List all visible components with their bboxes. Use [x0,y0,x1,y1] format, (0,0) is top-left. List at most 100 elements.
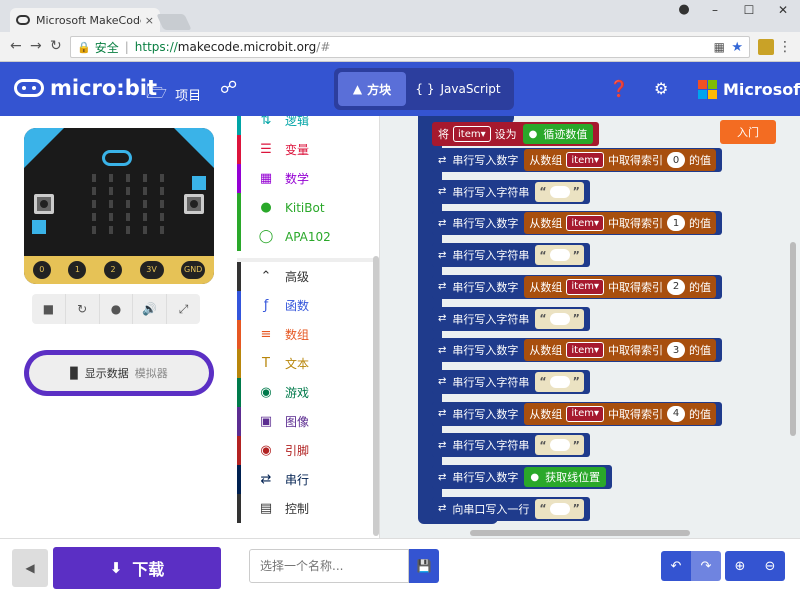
tab-close-icon[interactable]: × [145,14,154,27]
string-literal[interactable]: “” [535,245,584,266]
toolbox-scrollbar[interactable] [373,256,379,536]
collapse-simulator-button[interactable]: ◀ [12,549,48,587]
item-variable-dropdown[interactable]: item ▾ [566,152,605,168]
minimize-button[interactable]: – [698,0,732,20]
projects-button[interactable]: 🗁 项目 [146,80,201,109]
project-name-input[interactable] [249,549,409,583]
toolbox-category-8[interactable]: T 文本 [237,349,372,378]
array-get-block[interactable]: 从数组 item ▾ 中取得索引 3 的值 [524,339,717,362]
array-get-block[interactable]: 从数组 item ▾ 中取得索引 1 的值 [524,212,717,235]
undo-icon[interactable]: ↶ [661,551,691,581]
toolbox-category-13[interactable]: ▤ 控制 [237,494,372,523]
extension-icon[interactable] [758,39,774,55]
toolbox-category-3[interactable]: ● KitiBot [237,193,372,222]
line-position-block[interactable]: ● 获取线位置 [524,467,607,487]
index-number-field[interactable]: 1 [667,215,686,232]
string-value-field[interactable] [549,249,570,262]
microbit-logo[interactable]: micro:bit [14,76,157,100]
toolbox-category-2[interactable]: ▦ 数学 [237,164,372,193]
track-value-block[interactable]: ● 循迹数值 [522,124,594,144]
slow-mode-icon[interactable]: ● [100,294,134,324]
blocks-workspace[interactable]: 入门 将 item ▾ 设为 ● 循迹数值 ⇄ 串行写入数字 从数组 item ▾ 中取得索引 0 的… [380,116,800,538]
item-variable-dropdown[interactable]: item ▾ [566,405,605,422]
toolbox-category-4[interactable]: ◯ APA102 [237,222,372,251]
item-variable-dropdown[interactable]: item ▾ [566,278,605,295]
serial-write-string-block[interactable]: ⇄ 串行写入字符串 “” [432,369,590,394]
download-button[interactable]: ⬇ 下载 [53,547,221,589]
help-icon[interactable]: ❓ [609,79,629,98]
restart-icon[interactable]: ↻ [66,294,100,324]
toolbox-category-12[interactable]: ⇄ 串行 [237,465,372,494]
reload-icon[interactable]: ↻ [50,38,62,54]
zoom-out-icon[interactable]: ⊖ [755,551,785,581]
close-window-button[interactable]: ✕ [766,0,800,20]
user-profile-icon[interactable]: ● [670,0,698,20]
string-value-field[interactable] [549,375,570,388]
toolbox-category-0[interactable]: ⇅ 逻辑 [237,116,372,135]
maximize-button[interactable]: ☐ [732,0,766,20]
string-value-field[interactable] [549,185,570,198]
serial-write-string-block[interactable]: ⇄ 串行写入字符串 “” [432,179,590,204]
stop-icon[interactable]: ■ [32,294,66,324]
settings-gear-icon[interactable]: ⚙ [654,79,668,98]
microsoft-logo[interactable]: Microsoft [698,80,800,99]
toolbox-category-1[interactable]: ☰ 变量 [237,135,372,164]
pin-0[interactable]: 0 [32,261,51,279]
save-button[interactable]: 💾 [409,549,439,583]
serial-write-number-block[interactable]: ⇄ 串行写入数字 从数组 item ▾ 中取得索引 3 的值 [432,338,723,363]
toolbox-category-9[interactable]: ◉ 游戏 [237,378,372,407]
forward-arrow-icon[interactable]: → [30,38,42,54]
redo-icon[interactable]: ↷ [691,551,721,581]
toolbox-category-6[interactable]: ƒ 函数 [237,291,372,320]
workspace-horizontal-scrollbar[interactable] [470,530,690,536]
zoom-in-icon[interactable]: ⊕ [725,551,755,581]
share-icon[interactable]: ☍ [220,78,237,98]
toolbox-category-7[interactable]: ≡ 数组 [237,320,372,349]
string-value-field[interactable] [549,312,570,325]
translate-icon[interactable]: ▦ [714,40,725,54]
toolbox-category-11[interactable]: ◉ 引脚 [237,436,372,465]
browser-menu-icon[interactable]: ⋮ [778,39,792,55]
string-literal[interactable]: “” [535,181,584,202]
index-number-field[interactable]: 4 [667,405,686,422]
serial-write-line-block[interactable]: ⇄ 向串口写入一行 “” [432,496,590,521]
pin-1[interactable]: 1 [68,261,87,279]
board-button-a[interactable] [34,194,54,214]
item-variable-dropdown[interactable]: item ▾ [566,215,605,232]
set-variable-block[interactable]: 将 item ▾ 设为 ● 循迹数值 [432,122,600,146]
serial-write-number-block[interactable]: ⇄ 串行写入数字 ● 获取线位置 [432,465,613,489]
toolbox-category-5[interactable]: ⌃ 高级 [237,262,372,291]
serial-write-number-block[interactable]: ⇄ 串行写入数字 从数组 item ▾ 中取得索引 4 的值 [432,401,723,426]
string-literal[interactable]: “” [535,435,584,456]
item-variable-dropdown[interactable]: item ▾ [453,126,491,142]
item-variable-dropdown[interactable]: item ▾ [566,342,605,359]
serial-write-number-block[interactable]: ⇄ 串行写入数字 从数组 item ▾ 中取得索引 1 的值 [432,211,723,236]
browser-tab[interactable]: Microsoft MakeCode fo × [10,8,160,32]
board-button-b[interactable] [184,194,204,214]
show-data-button[interactable]: ▉ 显示数据 模拟器 [24,350,214,396]
blocks-mode-button[interactable]: ▲ 方块 [338,72,406,106]
index-number-field[interactable]: 0 [667,152,686,168]
javascript-mode-button[interactable]: { } JavaScript [406,72,510,106]
toolbox-category-10[interactable]: ▣ 图像 [237,407,372,436]
string-value-field[interactable] [549,439,570,452]
mute-icon[interactable]: 🔊 [133,294,168,324]
serial-write-string-block[interactable]: ⇄ 串行写入字符串 “” [432,243,590,268]
serial-write-string-block[interactable]: ⇄ 串行写入字符串 “” [432,306,590,331]
index-number-field[interactable]: 2 [667,278,686,295]
array-get-block[interactable]: 从数组 item ▾ 中取得索引 4 的值 [524,402,717,425]
fullscreen-icon[interactable]: ⤢ [167,294,200,324]
bookmark-star-icon[interactable]: ★ [731,40,743,55]
back-arrow-icon[interactable]: ← [10,38,22,54]
string-literal[interactable]: “” [535,371,584,392]
serial-write-string-block[interactable]: ⇄ 串行写入字符串 “” [432,433,590,458]
workspace-vertical-scrollbar[interactable] [790,242,796,436]
index-number-field[interactable]: 3 [667,342,686,359]
address-bar[interactable]: 🔒 安全 | https:// makecode.microbit.org /#… [70,36,750,58]
serial-write-number-block[interactable]: ⇄ 串行写入数字 从数组 item ▾ 中取得索引 2 的值 [432,274,723,299]
array-get-block[interactable]: 从数组 item ▾ 中取得索引 0 的值 [524,149,717,171]
string-literal[interactable]: “” [535,308,584,329]
serial-write-number-block[interactable]: ⇄ 串行写入数字 从数组 item ▾ 中取得索引 0 的值 [432,148,723,172]
pin-2[interactable]: 2 [103,261,122,279]
getting-started-button[interactable]: 入门 [720,120,776,144]
